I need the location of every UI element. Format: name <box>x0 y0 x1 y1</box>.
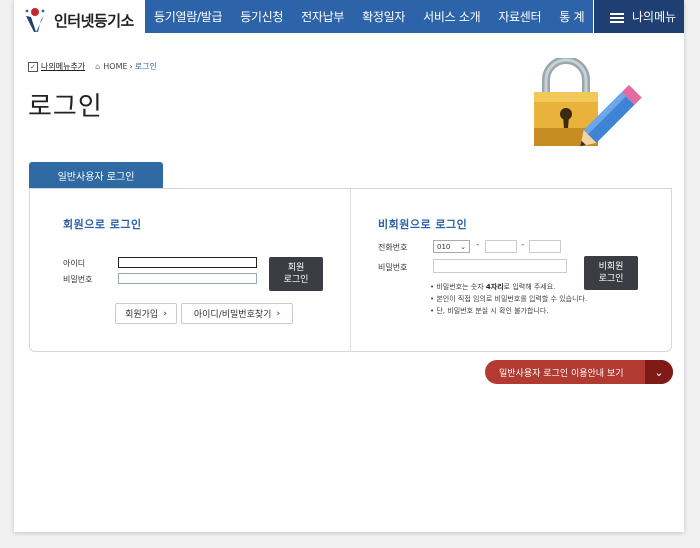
note2-text: 본인이 직접 임의로 비밀번호를 입력할 수 있습니다. <box>436 295 588 303</box>
nonmember-login-button-line1: 비회원 <box>598 262 624 272</box>
phone-dash-1: - <box>476 240 480 250</box>
join-button-label: 회원가입 <box>125 310 159 320</box>
my-menu-button[interactable]: 나의메뉴 <box>594 0 684 33</box>
member-password-input[interactable] <box>118 273 257 284</box>
breadcrumb-home[interactable]: HOME <box>103 62 127 71</box>
nonmember-password-input[interactable] <box>433 259 567 273</box>
nav-item-service-intro[interactable]: 서비스 소개 <box>414 8 489 25</box>
chevron-down-icon: ⌄ <box>460 242 466 251</box>
nonmember-note-2: • 본인이 직접 임의로 비밀번호를 입력할 수 있습니다. <box>430 295 588 303</box>
phone-prefix-select[interactable]: 010 ⌄ <box>433 240 470 253</box>
phone-label: 전화번호 <box>378 243 408 252</box>
breadcrumb: ✓ 나의메뉴추가 ⌂ HOME › 로그인 <box>28 61 157 72</box>
logo-icon <box>24 8 46 32</box>
nonmember-login-title: 비회원으로 로그인 <box>378 218 468 231</box>
page: 인터넷등기소 등기열람/발급 등기신청 전자납부 확정일자 서비스 소개 자료센… <box>14 0 684 532</box>
member-id-label: 아이디 <box>63 259 86 268</box>
tab-general-user-login[interactable]: 일반사용자 로그인 <box>29 162 163 189</box>
chevron-right-icon: › <box>276 308 281 319</box>
logo-text: 인터넷등기소 <box>54 11 134 30</box>
panel-divider <box>350 189 351 352</box>
hamburger-icon <box>610 13 624 23</box>
page-title: 로그인 <box>28 92 103 122</box>
nav-item-statistics[interactable]: 통 계 <box>550 8 593 25</box>
breadcrumb-separator: › <box>129 62 133 71</box>
member-login-button-line2: 로그인 <box>283 275 309 285</box>
nav-item-apply[interactable]: 등기신청 <box>231 8 292 25</box>
nav-item-view-issue[interactable]: 등기열람/발급 <box>145 8 231 25</box>
add-my-menu-link[interactable]: 나의메뉴추가 <box>41 61 85 72</box>
phone-middle-input[interactable] <box>485 240 517 253</box>
member-login-title: 회원으로 로그인 <box>63 218 142 231</box>
phone-dash-2: - <box>521 240 525 250</box>
login-guide-label: 일반사용자 로그인 이용안내 보기 <box>499 368 624 379</box>
nav-item-fixed-date[interactable]: 확정일자 <box>353 8 414 25</box>
nonmember-note-3: • 단, 비밀번호 분실 시 확인 불가합니다. <box>430 307 549 315</box>
member-login-button[interactable]: 회원 로그인 <box>269 257 323 291</box>
note1-part-a: 비밀번호는 숫자 <box>436 283 486 291</box>
nav-item-payment[interactable]: 전자납부 <box>292 8 353 25</box>
checkbox-icon: ✓ <box>28 61 38 72</box>
nonmember-note-1: • 비밀번호는 숫자 4자리로 입력해 주세요. <box>430 283 556 291</box>
note1-part-b: 4자리 <box>485 283 504 291</box>
note1-part-c: 로 입력해 주세요. <box>503 283 556 291</box>
find-id-password-button[interactable]: 아이디/비밀번호찾기 › <box>181 303 293 324</box>
note3-text: 단, 비밀번호 분실 시 확인 불가합니다. <box>436 307 549 315</box>
nonmember-password-label: 비밀번호 <box>378 263 408 272</box>
phone-last-input[interactable] <box>529 240 561 253</box>
phone-prefix-value: 010 <box>437 242 451 251</box>
home-icon: ⌂ <box>95 62 101 71</box>
member-id-input[interactable] <box>118 257 257 268</box>
nonmember-login-button-line2: 로그인 <box>598 274 624 284</box>
padlock-pencil-illustration <box>532 56 648 150</box>
site-logo[interactable]: 인터넷등기소 <box>24 8 134 32</box>
chevron-down-icon: ⌄ <box>645 360 673 384</box>
join-button[interactable]: 회원가입 › <box>115 303 177 324</box>
nav-item-resources[interactable]: 자료센터 <box>489 8 550 25</box>
member-password-label: 비밀번호 <box>63 275 93 284</box>
chevron-right-icon: › <box>163 308 167 319</box>
find-id-password-label: 아이디/비밀번호찾기 <box>193 310 272 320</box>
member-login-button-line1: 회원 <box>287 263 305 273</box>
nonmember-login-button[interactable]: 비회원 로그인 <box>584 256 638 290</box>
my-menu-label: 나의메뉴 <box>632 10 677 24</box>
breadcrumb-current: 로그인 <box>134 62 157 71</box>
main-nav: 등기열람/발급 등기신청 전자납부 확정일자 서비스 소개 자료센터 통 계 <box>145 0 593 33</box>
login-guide-button[interactable]: 일반사용자 로그인 이용안내 보기 ⌄ <box>485 360 673 384</box>
